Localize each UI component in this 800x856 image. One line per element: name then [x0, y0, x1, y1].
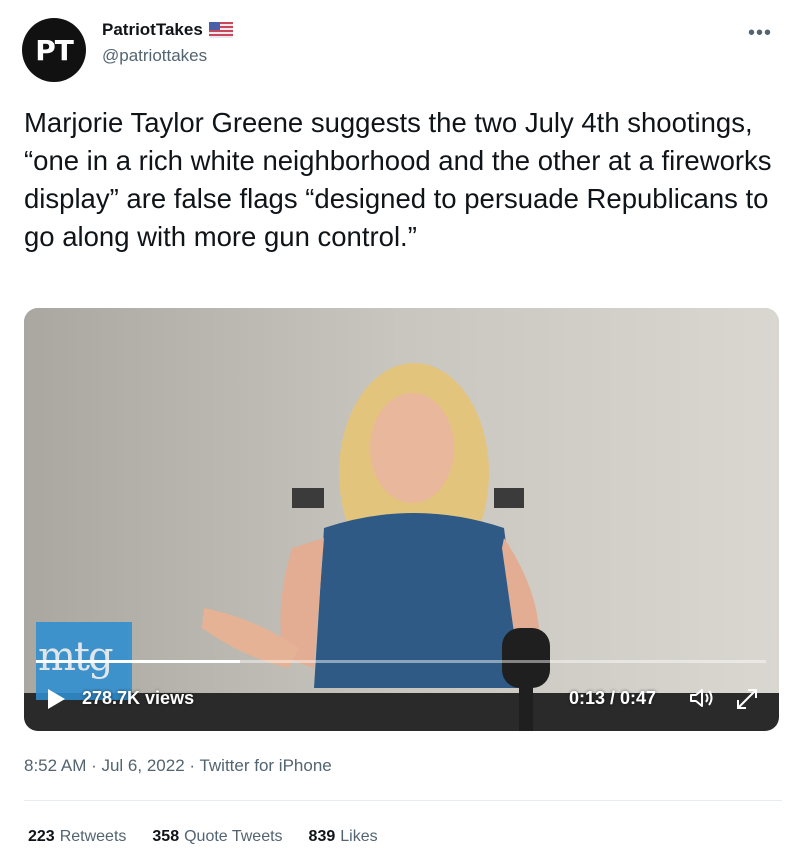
logo-text: mtg — [38, 634, 114, 680]
likes-stat[interactable]: 839 Likes — [309, 828, 378, 846]
quote-tweets-label: Quote Tweets — [184, 828, 283, 845]
retweets-stat[interactable]: 223 Retweets — [28, 828, 126, 846]
avatar[interactable]: PT — [22, 18, 86, 82]
video-time: 0:13 / 0:47 — [569, 688, 657, 708]
view-count: 278.7K views — [82, 688, 195, 708]
video-progress-bar[interactable] — [36, 660, 766, 663]
handle[interactable]: @patriottakes — [102, 46, 233, 66]
video-player[interactable]: mtg 278.7K views 0:13 / 0:47 — [24, 308, 779, 731]
tweet-text: Marjorie Taylor Greene suggests the two … — [24, 107, 772, 252]
tweet-timestamp[interactable]: 8:52 AM · Jul 6, 2022 · Twitter for iPho… — [24, 756, 332, 776]
retweets-count: 223 — [28, 828, 55, 845]
video-frame — [24, 308, 779, 731]
divider — [24, 800, 782, 801]
fullscreen-icon[interactable] — [734, 686, 760, 712]
volume-icon[interactable] — [688, 686, 716, 710]
likes-count: 839 — [308, 828, 336, 845]
video-progress-fill — [36, 660, 241, 663]
likes-label: Likes — [340, 828, 378, 845]
more-options-icon[interactable]: ••• — [748, 22, 772, 45]
retweets-label: Retweets — [59, 828, 127, 845]
display-name-text[interactable]: PatriotTakes — [102, 20, 203, 40]
quote-tweets-stat[interactable]: 358 Quote Tweets — [152, 828, 282, 846]
quote-tweets-count: 358 — [152, 828, 180, 845]
display-name[interactable]: PatriotTakes — [102, 20, 233, 40]
play-icon[interactable] — [46, 688, 66, 710]
author-block: PatriotTakes @patriottakes — [102, 20, 233, 66]
us-flag-icon — [208, 22, 233, 38]
engagement-stats: 223 Retweets 358 Quote Tweets 839 Likes — [28, 828, 378, 846]
